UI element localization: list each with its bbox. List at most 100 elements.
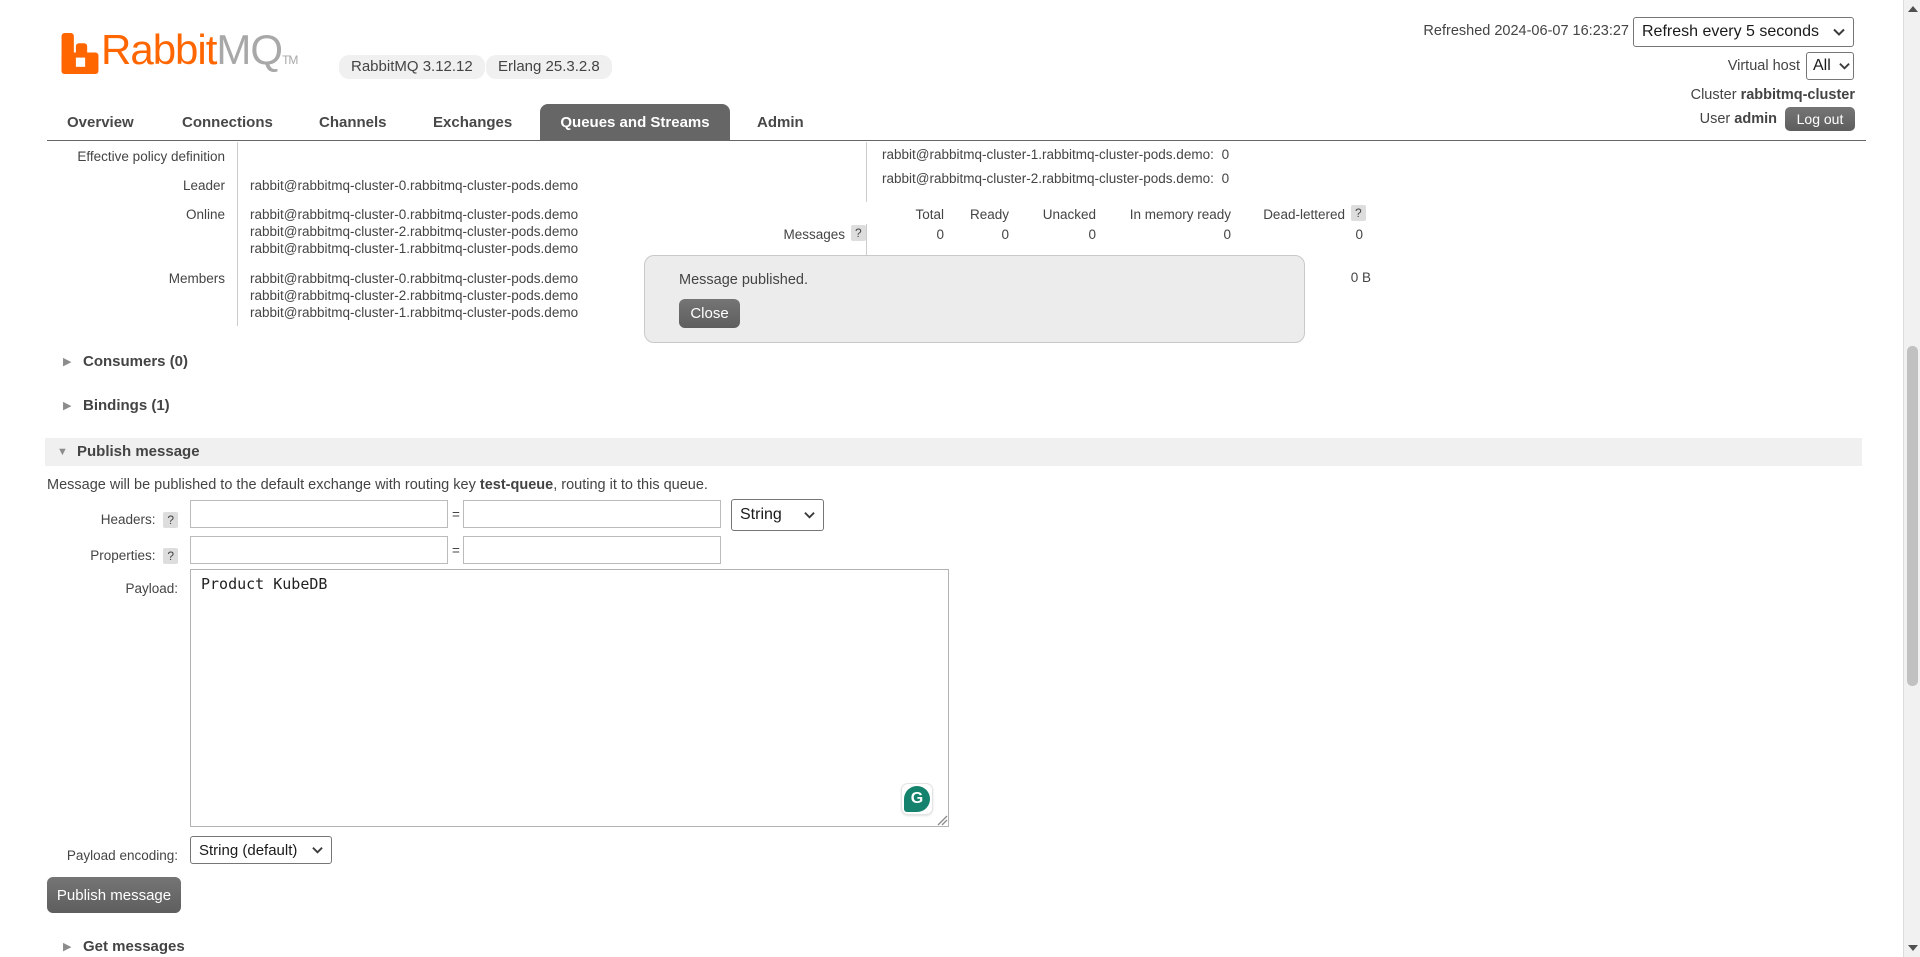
online-node: rabbit@rabbitmq-cluster-0.rabbitmq-clust… [250,206,578,223]
tab-exchanges[interactable]: Exchanges [433,114,512,131]
vertical-scrollbar[interactable] [1903,0,1920,957]
description-suffix: , routing it to this queue. [553,477,708,493]
triangle-right-icon: ▶ [63,355,75,368]
properties-label: Properties: [90,548,155,563]
refresh-interval-value: Refresh every 5 seconds [1642,23,1819,41]
section-get-messages-title: Get messages [83,938,185,955]
detail-label-members: Members [20,270,225,287]
cluster-indicator: Cluster rabbitmq-cluster [1455,87,1855,103]
virtual-host-label: Virtual host [1600,58,1800,74]
tab-admin[interactable]: Admin [757,114,804,131]
col-header-unacked: Unacked [996,206,1096,223]
payload-encoding-select[interactable]: String (default) [190,836,332,864]
member-node: rabbit@rabbitmq-cluster-2.rabbitmq-clust… [250,287,578,304]
help-icon[interactable]: ? [163,512,178,528]
node-count-value: 0 [1222,171,1230,186]
messages-ready-value: 0 [909,226,1009,243]
user-label: User [1700,111,1731,127]
chevron-down-icon [1839,62,1850,70]
help-icon[interactable]: ? [163,548,178,564]
tab-connections[interactable]: Connections [182,114,273,131]
cluster-label: Cluster [1691,87,1737,103]
help-icon[interactable]: ? [1351,205,1366,221]
rabbitmq-version-badge: RabbitMQ 3.12.12 [339,55,485,79]
headers-label-cell: Headers: ? [20,511,178,528]
publish-section-bar [45,438,1862,466]
node-count-row: rabbit@rabbitmq-cluster-2.rabbitmq-clust… [882,170,1229,187]
chevron-down-icon [804,511,815,519]
message-published-popup: Message published. Close [644,255,1305,343]
details-divider [237,142,238,326]
messages-dead-lettered-value: 0 [1263,226,1363,243]
tab-overview[interactable]: Overview [67,114,134,131]
triangle-right-icon: ▶ [63,940,75,953]
section-publish-title: Publish message [77,443,200,460]
properties-key-input[interactable] [190,536,448,564]
equals-sign: = [452,506,460,523]
virtual-host-select[interactable]: All [1806,52,1854,80]
publish-message-button[interactable]: Publish message [47,877,181,913]
refresh-interval-select[interactable]: Refresh every 5 seconds [1633,17,1854,47]
online-node: rabbit@rabbitmq-cluster-2.rabbitmq-clust… [250,223,578,240]
virtual-host-value: All [1813,57,1831,75]
user-indicator: User admin [1577,111,1777,127]
erlang-version-badge: Erlang 25.3.2.8 [486,55,612,79]
properties-label-cell: Properties: ? [20,547,178,564]
section-consumers[interactable]: ▶ Consumers (0) [63,353,188,370]
header-type-value: String [740,506,782,524]
member-node: rabbit@rabbitmq-cluster-0.rabbitmq-clust… [250,270,578,287]
brand-secondary: MQ [216,26,282,73]
section-get-messages[interactable]: ▶ Get messages [63,938,185,955]
tabs-divider [47,140,1866,141]
headers-value-input[interactable] [463,500,721,528]
equals-sign: = [452,542,460,559]
section-consumers-title: Consumers (0) [83,353,188,370]
node-count-row: rabbit@rabbitmq-cluster-1.rabbitmq-clust… [882,146,1229,163]
node-name: rabbit@rabbitmq-cluster-1.rabbitmq-clust… [882,147,1214,162]
payload-textarea[interactable]: Product KubeDB [190,569,949,827]
col-header-dead-lettered: Dead-lettered [1225,206,1345,223]
popup-text: Message published. [679,272,808,288]
tab-channels[interactable]: Channels [319,114,387,131]
chevron-down-icon [312,846,323,854]
section-publish-message[interactable]: ▼ Publish message [57,443,200,460]
cluster-name: rabbitmq-cluster [1741,87,1855,103]
detail-label-online: Online [20,206,225,223]
grammarly-g-glyph: G [904,786,930,812]
header-type-select[interactable]: String [731,499,824,531]
triangle-right-icon: ▶ [63,399,75,412]
properties-value-input[interactable] [463,536,721,564]
headers-key-input[interactable] [190,500,448,528]
user-name: admin [1734,111,1777,127]
rabbitmq-management-page: RabbitMQTM RabbitMQ 3.12.12 Erlang 25.3.… [0,0,1920,957]
textarea-resize-handle[interactable] [935,813,948,826]
scrollbar-thumb[interactable] [1907,346,1918,686]
payload-label: Payload: [20,580,178,597]
node-name: rabbit@rabbitmq-cluster-2.rabbitmq-clust… [882,171,1214,186]
online-node: rabbit@rabbitmq-cluster-1.rabbitmq-clust… [250,240,578,257]
tab-queues-and-streams[interactable]: Queues and Streams [540,104,730,141]
brand-logo: RabbitMQTM [101,28,297,82]
grammarly-icon[interactable]: G [901,783,933,815]
col-header-in-memory-ready: In memory ready [1091,206,1231,223]
rabbitmq-logo-icon [61,33,99,74]
node-count-value: 0 [1222,147,1230,162]
trademark: TM [282,53,297,67]
publish-description: Message will be published to the default… [47,477,708,493]
section-bindings[interactable]: ▶ Bindings (1) [63,397,170,414]
close-button[interactable]: Close [679,299,740,328]
payload-encoding-label: Payload encoding: [20,847,178,864]
detail-label-leader: Leader [20,177,225,194]
payload-encoding-value: String (default) [199,842,297,859]
logout-button[interactable]: Log out [1785,107,1855,131]
triangle-down-icon: ▼ [57,446,69,458]
scroll-up-arrow-icon[interactable] [1908,6,1918,12]
scroll-down-arrow-icon[interactable] [1908,945,1918,951]
brand-primary: Rabbit [101,26,216,73]
detail-label-effective-policy: Effective policy definition [20,148,225,165]
tab-queues-and-streams-label: Queues and Streams [560,114,709,131]
member-node: rabbit@rabbitmq-cluster-1.rabbitmq-clust… [250,304,578,321]
headers-label: Headers: [101,512,156,527]
leader-node: rabbit@rabbitmq-cluster-0.rabbitmq-clust… [250,177,578,194]
refreshed-timestamp: Refreshed 2024-06-07 16:23:27 [1330,23,1629,39]
